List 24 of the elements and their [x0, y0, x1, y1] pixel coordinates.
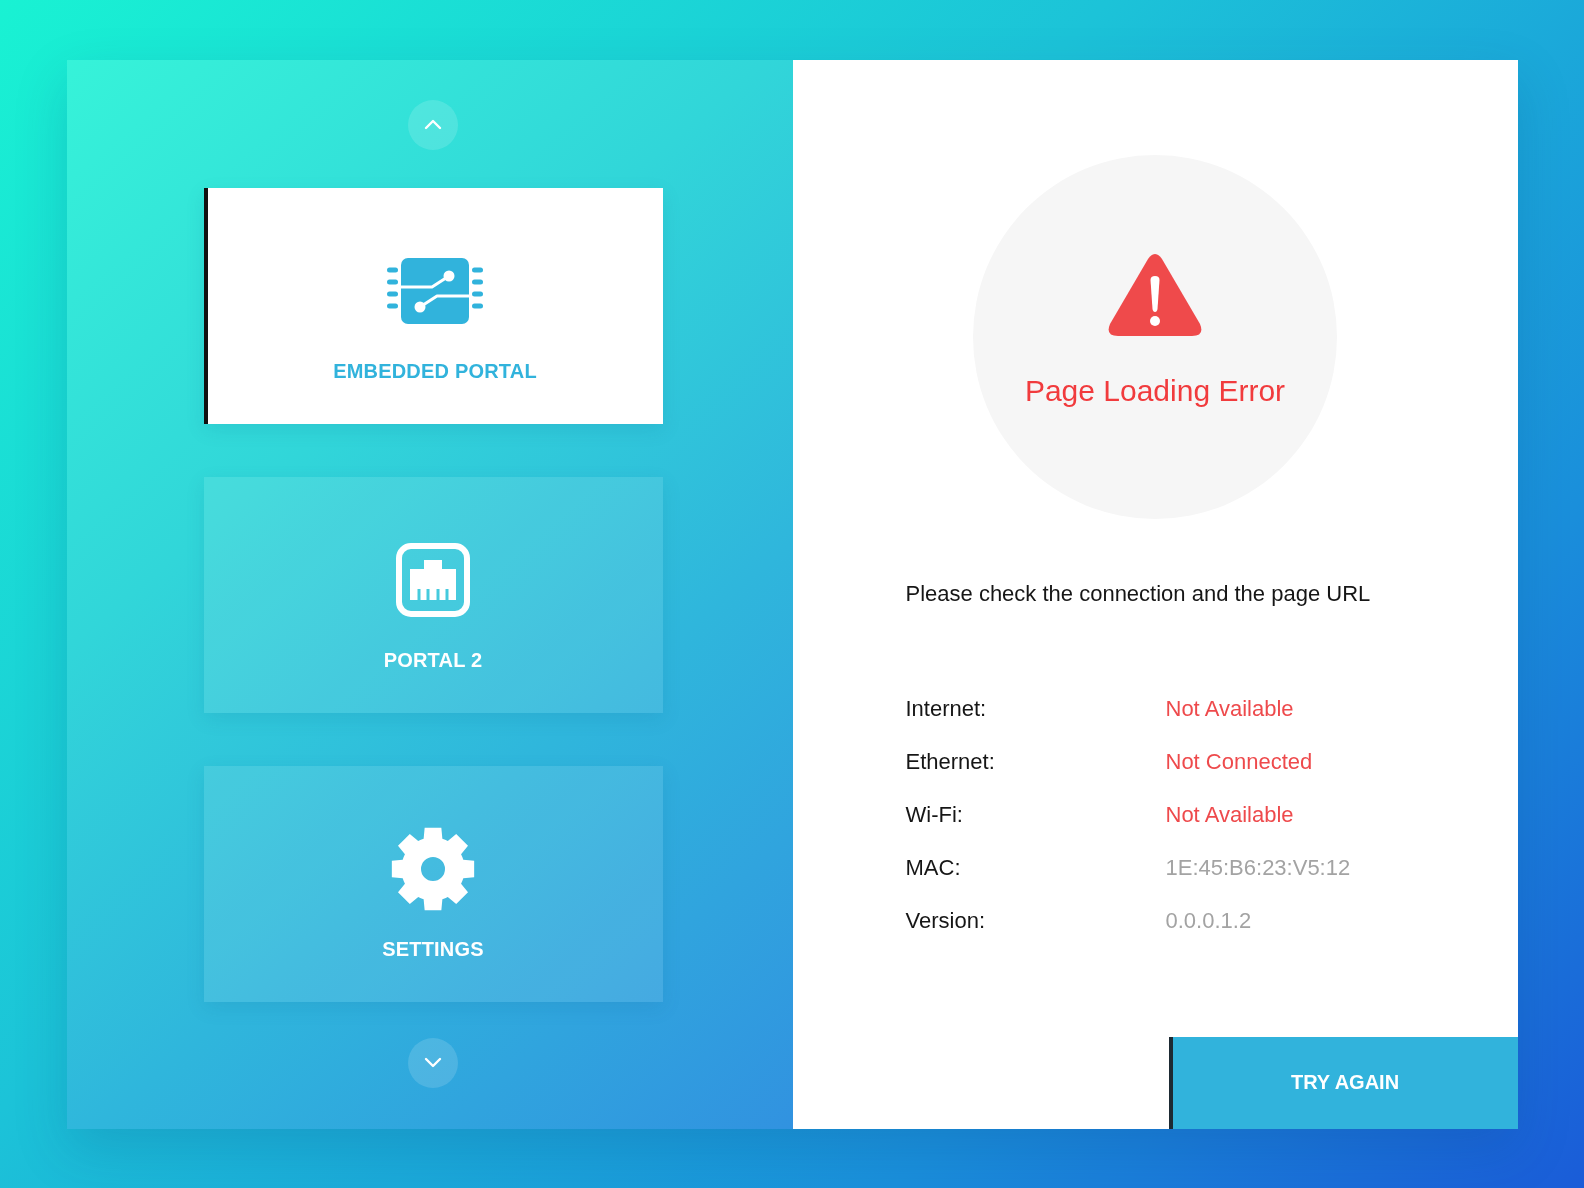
- gear-icon: [391, 826, 475, 911]
- chip-icon: [387, 257, 483, 324]
- scroll-down-button[interactable]: [408, 1037, 458, 1088]
- status-label: Wi-Fi:: [905, 802, 963, 828]
- status-value: 1E:45:B6:23:V5:12: [1165, 855, 1351, 881]
- try-again-button[interactable]: TRY AGAIN: [1168, 1036, 1518, 1129]
- status-value: Not Available: [1165, 802, 1294, 828]
- portal-tile[interactable]: EMBEDDED PORTAL: [203, 187, 663, 424]
- status-label: MAC:: [905, 855, 961, 881]
- status-label: Ethernet:: [905, 749, 995, 775]
- status-value: 0.0.0.1.2: [1165, 908, 1252, 934]
- portal-tile[interactable]: SETTINGS: [203, 765, 663, 1002]
- scroll-up-button[interactable]: [408, 99, 458, 150]
- status-label: Version:: [905, 908, 985, 934]
- error-title: Page Loading Error: [1024, 372, 1286, 409]
- chevron-down-icon: [424, 1057, 442, 1068]
- ethernet-port-icon: [396, 542, 470, 617]
- chevron-up-icon: [424, 119, 442, 130]
- status-label: Internet:: [905, 696, 987, 722]
- warning-icon: [1108, 252, 1202, 337]
- status-value: Not Connected: [1165, 749, 1313, 775]
- error-message: Please check the connection and the page URL: [905, 580, 1371, 607]
- portal-tile[interactable]: PORTAL 2: [203, 476, 663, 713]
- status-value: Not Available: [1165, 696, 1294, 722]
